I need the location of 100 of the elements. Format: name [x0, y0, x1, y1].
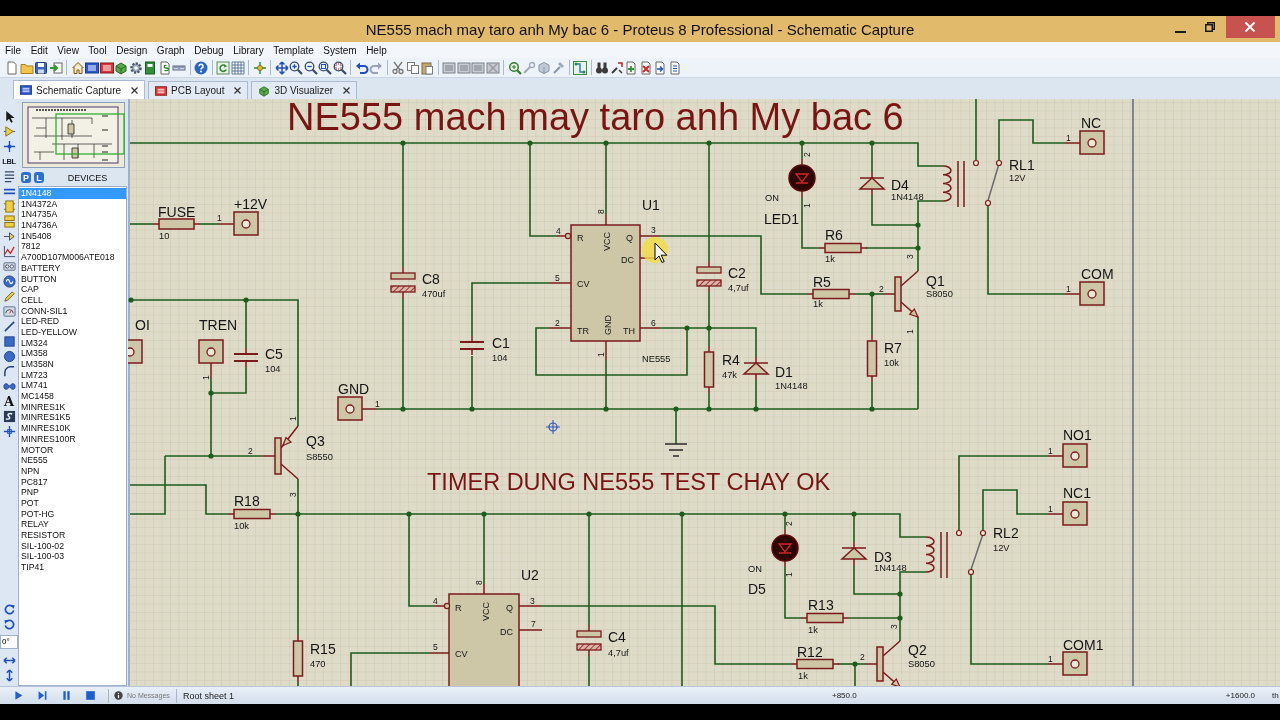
- device-list-item[interactable]: POT-HG: [19, 508, 126, 520]
- close-icon[interactable]: [131, 86, 139, 94]
- play-icon[interactable]: [13, 690, 24, 701]
- list-document-icon[interactable]: [667, 60, 682, 75]
- device-list-item[interactable]: MC1458: [19, 391, 126, 402]
- zoom-out-icon[interactable]: [303, 60, 318, 75]
- device-list-item[interactable]: SIL-100-03: [19, 551, 126, 563]
- device-list-item[interactable]: MINRES100R: [19, 433, 126, 445]
- pause-icon[interactable]: [61, 690, 72, 701]
- device-list-item[interactable]: LM741: [19, 380, 126, 392]
- rotation-field[interactable]: 0°: [0, 635, 18, 649]
- document-arrow-icon[interactable]: [653, 60, 667, 75]
- device-list-item[interactable]: PNP: [19, 487, 126, 498]
- device-list-item[interactable]: RESISTOR: [19, 530, 126, 541]
- stacked-bars-icon[interactable]: [2, 215, 16, 228]
- tab[interactable]: 3D Visualizer: [251, 81, 358, 99]
- paste-icon[interactable]: [420, 60, 434, 75]
- device-list-item[interactable]: LED-YELLOW: [19, 326, 126, 338]
- book-icon[interactable]: [143, 60, 157, 75]
- device-list-item[interactable]: BUTTON: [19, 273, 126, 285]
- rotate-clockwise-icon[interactable]: [2, 603, 16, 616]
- cube-icon[interactable]: [114, 60, 128, 75]
- device-list-item[interactable]: MOTOR: [19, 444, 126, 456]
- pin-arrow-icon[interactable]: [2, 230, 16, 243]
- restore-icon[interactable]: [1205, 22, 1215, 32]
- marker-icon[interactable]: [2, 425, 16, 438]
- binoculars-icon[interactable]: [595, 60, 609, 75]
- device-list-item[interactable]: 1N4372A: [19, 198, 126, 210]
- device-list-item[interactable]: MINRES10K: [19, 423, 126, 434]
- close-icon[interactable]: [234, 87, 242, 94]
- document-plus-icon[interactable]: [624, 60, 638, 75]
- crosshair-icon[interactable]: [252, 60, 267, 75]
- device-list[interactable]: [18, 186, 127, 686]
- toggle-button[interactable]: L: [34, 172, 44, 183]
- menu-item[interactable]: File: [5, 44, 22, 56]
- text-lines-icon[interactable]: [2, 170, 16, 183]
- device-list-item[interactable]: LM358N: [19, 359, 126, 370]
- menu-item[interactable]: Edit: [30, 44, 48, 56]
- menu-item[interactable]: Library: [233, 44, 264, 56]
- device-list-item[interactable]: SIL-100-02: [19, 540, 126, 552]
- device-list-item[interactable]: 7812: [19, 241, 126, 253]
- device-list-item[interactable]: MINRES1K: [19, 401, 126, 413]
- meter-icon[interactable]: [2, 305, 16, 318]
- hammer-icon[interactable]: [551, 60, 565, 75]
- zoom-area-icon[interactable]: [332, 60, 347, 75]
- menu-item[interactable]: Help: [366, 44, 387, 56]
- copy-icon[interactable]: [405, 60, 420, 75]
- sheet-overview-thumbnail[interactable]: [22, 102, 125, 168]
- device-list-item[interactable]: LED-RED: [19, 316, 126, 327]
- device-list-item[interactable]: POT: [19, 497, 126, 509]
- pencil-icon[interactable]: [2, 290, 16, 303]
- buffer-triangle-icon[interactable]: [2, 125, 16, 138]
- script-document-icon[interactable]: [157, 60, 172, 75]
- menu-item[interactable]: Tool: [88, 44, 107, 56]
- magnifier-plus-icon[interactable]: [507, 60, 522, 75]
- device-list-item[interactable]: LM324: [19, 337, 126, 349]
- device-list-item[interactable]: BATTERY: [19, 262, 126, 274]
- text-tool[interactable]: A: [3, 395, 15, 408]
- device-list-item[interactable]: CONN-SIL1: [19, 305, 126, 317]
- zoom-in-icon[interactable]: [289, 60, 303, 75]
- line-icon[interactable]: [2, 320, 16, 333]
- device-list-item[interactable]: 1N5408: [19, 230, 126, 242]
- scissors-icon[interactable]: [391, 60, 405, 75]
- grid-icon[interactable]: [230, 60, 245, 75]
- stop-icon[interactable]: [85, 690, 96, 701]
- arc-icon[interactable]: [2, 365, 16, 378]
- zoom-fit-icon[interactable]: [318, 60, 332, 75]
- help-icon[interactable]: [194, 60, 208, 75]
- graph-icon[interactable]: [2, 245, 16, 258]
- menu-item[interactable]: Graph: [156, 44, 185, 56]
- tab[interactable]: Schematic Capture: [13, 80, 146, 99]
- menu-item[interactable]: Design: [116, 44, 148, 56]
- closed-path-icon[interactable]: [2, 380, 16, 393]
- rotate-anticlockwise-icon[interactable]: [2, 618, 16, 631]
- four-way-arrows-icon[interactable]: [274, 60, 289, 75]
- toggle-button[interactable]: P: [21, 172, 31, 183]
- device-list-item[interactable]: TIP41: [19, 562, 126, 573]
- circle-icon[interactable]: [2, 350, 16, 363]
- close-icon[interactable]: [343, 87, 351, 94]
- letter-tile-icon[interactable]: [2, 410, 16, 423]
- pen-corner-icon[interactable]: [609, 60, 624, 75]
- device-list-item[interactable]: NE555: [19, 455, 126, 466]
- gear-icon[interactable]: [128, 60, 143, 75]
- device-list-item[interactable]: A700D107M006ATE018: [19, 252, 126, 263]
- device-list-item[interactable]: RELAY: [19, 519, 126, 530]
- menu-item[interactable]: System: [323, 44, 357, 56]
- step-icon[interactable]: [37, 690, 48, 701]
- device-list-item[interactable]: PC817: [19, 476, 126, 488]
- sine-wave-icon[interactable]: [2, 275, 16, 288]
- device-list-item[interactable]: NPN: [19, 465, 126, 477]
- house-icon[interactable]: [70, 60, 85, 75]
- device-list-item[interactable]: MINRES1K5: [19, 412, 126, 424]
- device-list-item[interactable]: 1N4736A: [19, 220, 126, 231]
- document-cross-icon[interactable]: [638, 60, 653, 75]
- dot-cross-icon[interactable]: [2, 140, 16, 153]
- import-arrow-icon[interactable]: [48, 60, 63, 75]
- tab[interactable]: PCB Layout: [148, 81, 249, 99]
- device-list-item[interactable]: 1N4735A: [19, 209, 126, 221]
- route-line-icon[interactable]: [573, 60, 587, 75]
- device-list-item[interactable]: LM723: [19, 369, 126, 381]
